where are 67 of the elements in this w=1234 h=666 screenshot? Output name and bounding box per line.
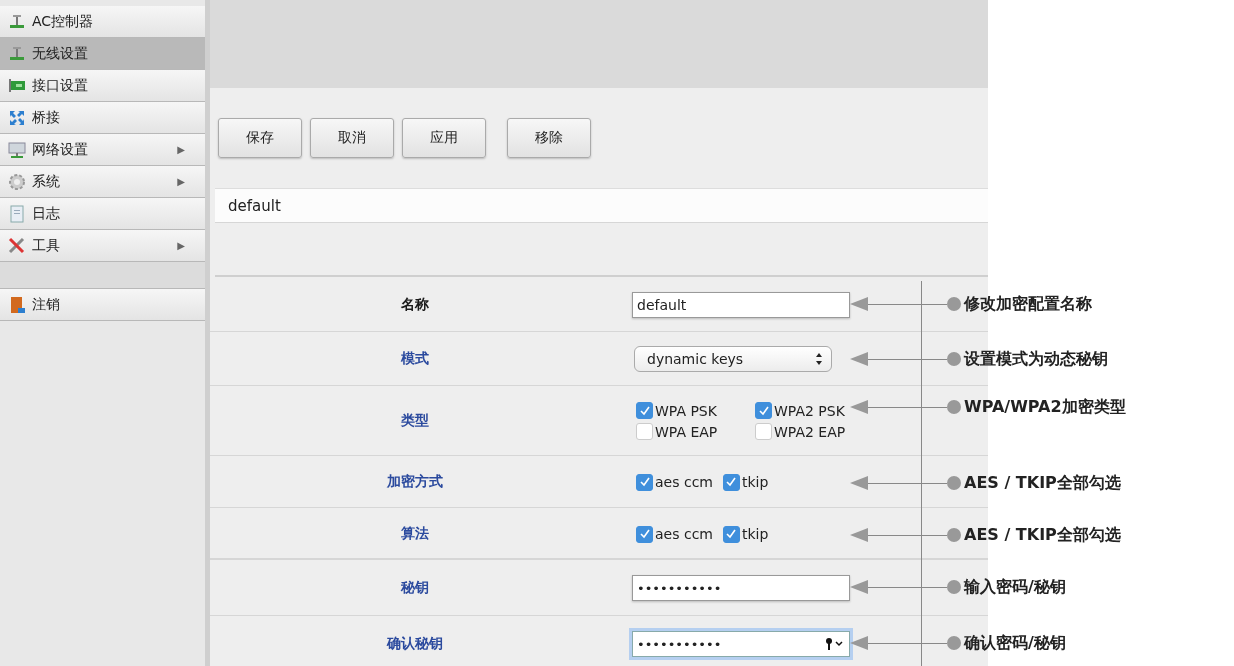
callout-text: 确认密码/秘钥	[963, 632, 1067, 654]
field-label: 名称	[400, 295, 430, 314]
checkbox[interactable]: tkip	[722, 473, 769, 491]
field-label: 秘钥	[399, 579, 430, 597]
callout-dot	[947, 400, 961, 414]
submenu-arrow-icon: ▶	[177, 240, 185, 251]
gear-icon	[8, 172, 26, 191]
door-icon	[8, 295, 26, 314]
checkbox[interactable]: WPA2 PSK	[755, 402, 874, 419]
checkbox[interactable]: aes ccm	[636, 473, 713, 491]
checkmark-icon	[757, 404, 770, 417]
field-label: 确认秘钥	[385, 635, 444, 653]
field-label: 模式	[400, 350, 430, 368]
field-label: 加密方式	[386, 473, 444, 491]
sidebar-item[interactable]: AC控制器	[0, 6, 205, 38]
checkbox[interactable]: aes ccm	[636, 525, 713, 543]
updown-arrows-icon	[815, 352, 823, 366]
checkmark-icon	[725, 476, 738, 488]
password-field[interactable]: •••••••••••	[632, 575, 850, 601]
sidebar-item[interactable]: 日志	[0, 198, 205, 230]
callout-text: AES / TKIP全部勾选	[963, 524, 1122, 546]
field-label: 类型	[400, 412, 430, 430]
callout-dot	[947, 580, 961, 594]
key-icon	[825, 637, 845, 651]
callout-text: AES / TKIP全部勾选	[963, 472, 1122, 494]
sidebar-item[interactable]: 网络设置 ▶	[0, 134, 205, 166]
document-icon	[8, 204, 26, 223]
sidebar-item[interactable]: 工具 ▶	[0, 230, 205, 262]
monitor-icon	[8, 140, 26, 159]
antenna-icon	[8, 12, 26, 31]
callout-text: 输入密码/秘钥	[962, 576, 1067, 598]
submenu-arrow-icon: ▶	[177, 144, 185, 155]
checkbox[interactable]: tkip	[722, 525, 769, 543]
toolbar-button[interactable]: 应用	[402, 118, 486, 158]
sidebar-item[interactable]: 注销	[0, 289, 205, 321]
callout-dot	[947, 297, 961, 311]
checkbox[interactable]: WPA PSK	[636, 402, 755, 419]
callout-text: 设置模式为动态秘钥	[962, 348, 1109, 370]
text-field[interactable]: default	[632, 291, 850, 318]
checkmark-icon	[638, 404, 651, 417]
toolbar-button[interactable]: 取消	[310, 118, 394, 158]
sidebar-item[interactable]: 系统 ▶	[0, 166, 205, 198]
submenu-arrow-icon: ▶	[177, 176, 185, 187]
sidebar-item[interactable]: 桥接	[0, 102, 205, 134]
checkbox[interactable]: WPA EAP	[636, 423, 755, 440]
checkmark-icon	[638, 528, 651, 540]
checkmark-icon	[725, 528, 738, 540]
password-field[interactable]: •••••••••••	[632, 631, 850, 657]
callout-text: WPA/WPA2加密类型	[963, 396, 1127, 418]
sidebar-item[interactable]: 接口设置	[0, 70, 205, 102]
tools-icon	[8, 236, 26, 255]
sidebar-item[interactable]: 无线设置	[0, 38, 205, 70]
bridge-icon	[8, 108, 26, 127]
antenna-icon	[8, 44, 26, 63]
callout-dot	[947, 476, 961, 490]
checkmark-icon	[638, 476, 651, 488]
dropdown[interactable]: dynamic keys	[634, 346, 832, 372]
callout-dot	[947, 528, 961, 542]
callout-dot	[947, 352, 961, 366]
callout-text: 修改加密配置名称	[962, 293, 1093, 315]
toolbar-button[interactable]: 移除	[507, 118, 591, 158]
toolbar-button[interactable]: 保存	[218, 118, 302, 158]
callout-dot	[947, 636, 961, 650]
checkbox[interactable]: WPA2 EAP	[755, 423, 874, 440]
network-card-icon	[8, 76, 26, 95]
profile-bar[interactable]: default	[215, 188, 988, 222]
field-label: 算法	[400, 525, 430, 543]
